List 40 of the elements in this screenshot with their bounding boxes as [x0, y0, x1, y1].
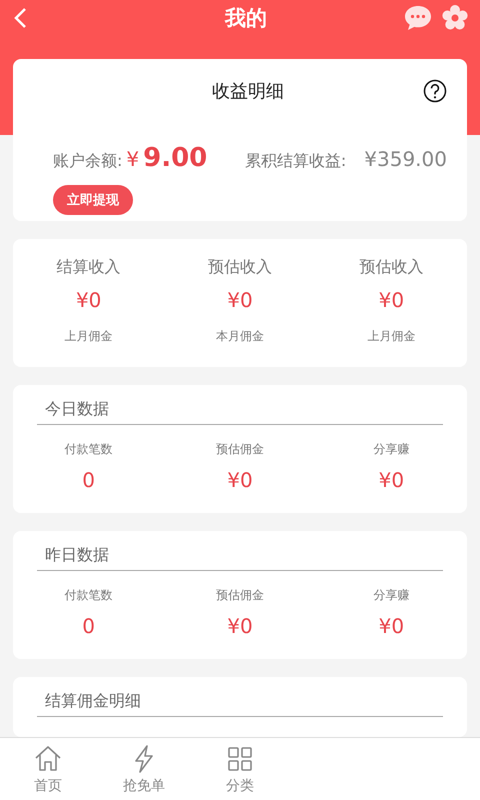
stat-value: ¥0 [378, 614, 404, 638]
tab[interactable]: 抢免单 [96, 738, 192, 800]
income-note: 上月佣金 [64, 328, 113, 345]
stat-value: ¥0 [227, 468, 253, 492]
total-earnings-amount: ¥359.00 [364, 147, 447, 171]
stat-value: ¥0 [378, 468, 404, 492]
income-title: 预估收入 [359, 257, 424, 278]
stat-label: 预估佣金 [216, 587, 264, 604]
home-icon [33, 744, 63, 774]
stat-label: 预估佣金 [216, 441, 264, 458]
income-amount: ¥0 [227, 288, 253, 312]
income-title: 结算收入 [56, 257, 121, 278]
tab[interactable]: 分类 [192, 738, 288, 800]
income-title: 预估收入 [208, 257, 272, 278]
card-title: 收益明细 [211, 80, 285, 103]
income-amount: ¥0 [378, 288, 404, 312]
stat-label: 分享赚 [373, 441, 410, 458]
total-earnings-label: 累积结算收益: [244, 151, 346, 172]
withdraw-button[interactable]: 立即提现 [53, 185, 133, 215]
section-title: 昨日数据 [37, 531, 443, 571]
settings-icon[interactable] [442, 4, 468, 30]
stat-value: 0 [82, 468, 96, 492]
stat-label: 付款笔数 [64, 587, 113, 604]
stat-label: 分享赚 [373, 587, 410, 604]
page-title: 我的 [224, 4, 268, 32]
stat-label: 付款笔数 [64, 441, 113, 458]
section-title: 今日数据 [37, 385, 443, 425]
balance-amount: 9.00 [143, 143, 208, 173]
income-amount: ¥0 [76, 288, 102, 312]
stat-value: ¥0 [227, 614, 253, 638]
help-icon[interactable] [423, 79, 447, 103]
stat-value: 0 [82, 614, 96, 638]
currency-sign: ¥ [126, 147, 140, 171]
back-icon[interactable] [12, 6, 28, 28]
balance-label: 账户余额: [53, 151, 122, 172]
chat-bubble-icon[interactable] [404, 4, 432, 30]
section-title: 结算佣金明细 [37, 677, 443, 717]
income-note: 上月佣金 [367, 328, 416, 345]
income-note: 本月佣金 [216, 328, 264, 345]
tab[interactable]: 首页 [0, 738, 96, 800]
